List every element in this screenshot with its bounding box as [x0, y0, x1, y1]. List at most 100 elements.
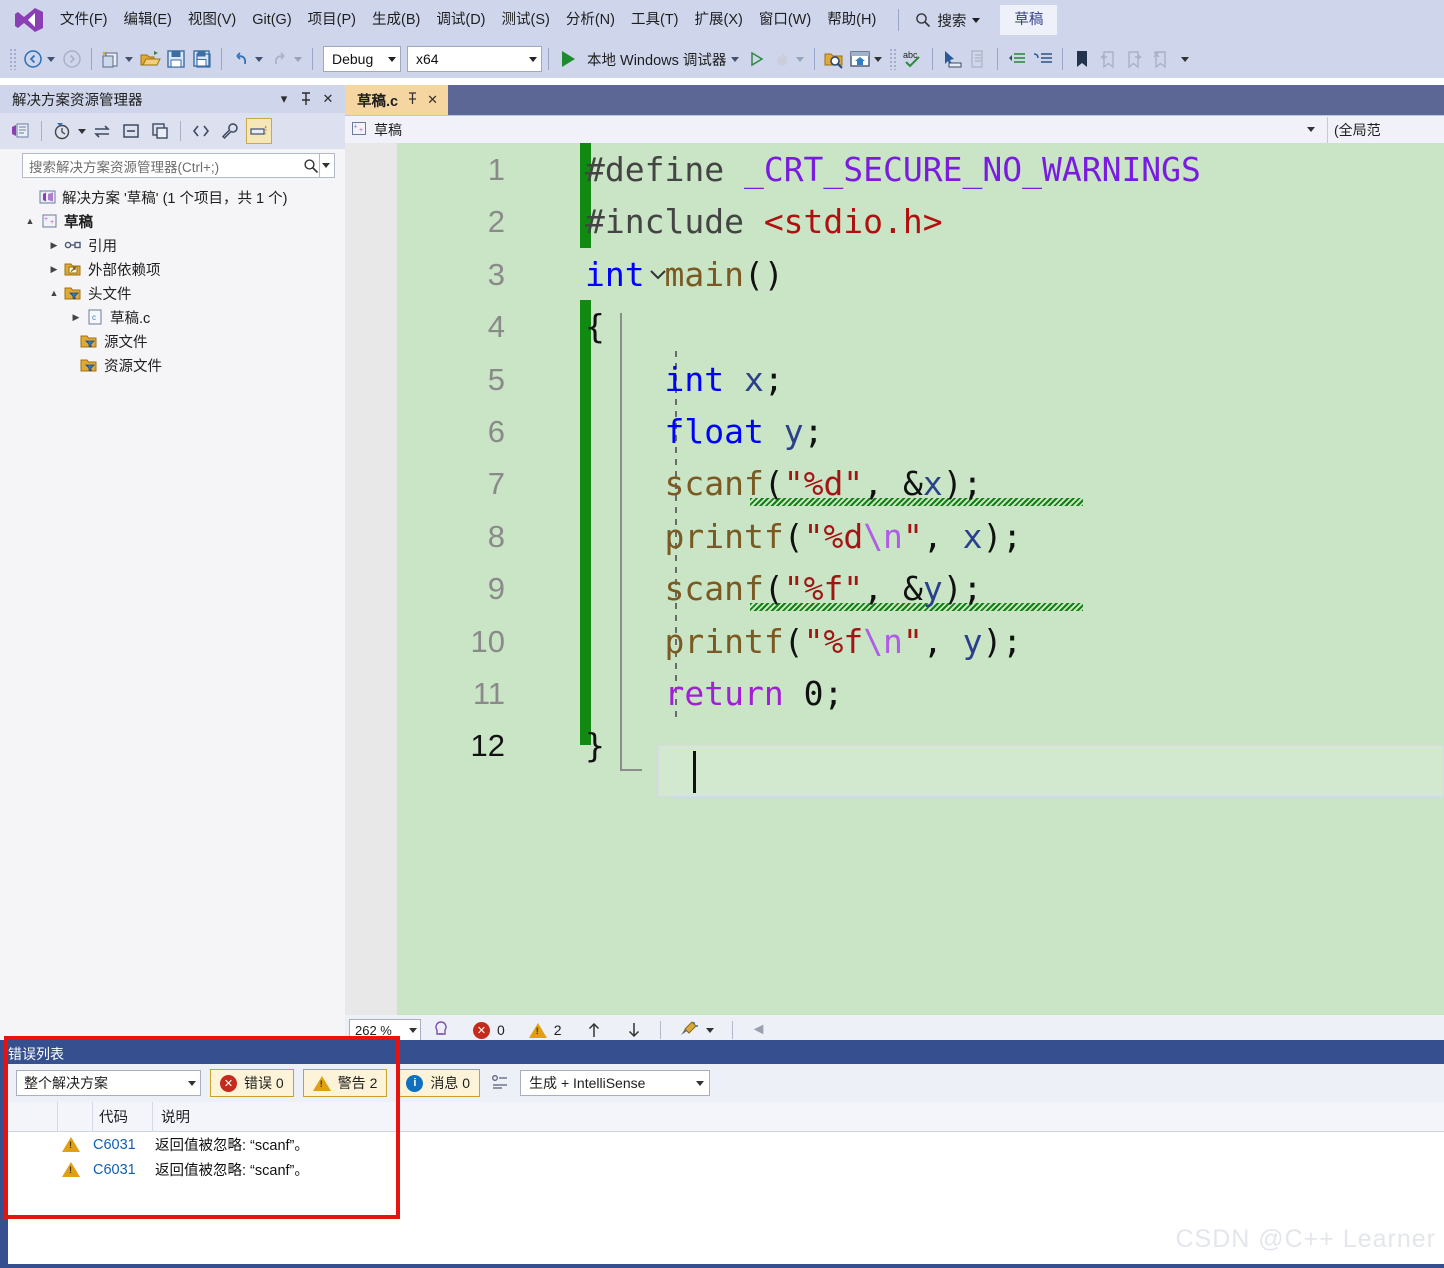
start-without-debugging-button[interactable]: [743, 46, 769, 72]
filter-messages-toggle[interactable]: i 消息 0: [396, 1069, 481, 1097]
code-line[interactable]: 11 return 0;: [345, 668, 1444, 720]
open-file-button[interactable]: [137, 46, 163, 72]
show-all-files-icon[interactable]: [147, 118, 173, 144]
code-line[interactable]: 12}: [345, 720, 1444, 772]
tree-item-resource-files[interactable]: 资源文件: [0, 353, 345, 377]
view-code-icon[interactable]: [188, 118, 214, 144]
pin-icon[interactable]: [407, 92, 418, 108]
panel-menu-icon[interactable]: ▾: [273, 89, 295, 109]
save-button[interactable]: [163, 46, 189, 72]
spellcheck-button[interactable]: abc: [900, 46, 926, 72]
code-line[interactable]: 2 #include <stdio.h>: [345, 196, 1444, 248]
scroll-left-button[interactable]: ◄: [739, 1021, 779, 1039]
code-view-icon[interactable]: [8, 118, 34, 144]
code-canvas[interactable]: 1 #define _CRT_SECURE_NO_WARNINGS 2 #includ…: [345, 143, 1444, 1015]
expander[interactable]: ▶: [68, 312, 84, 323]
toggle-bookmark-button[interactable]: [1069, 46, 1095, 72]
code-line[interactable]: 8 printf("%d\n", x);: [345, 511, 1444, 563]
column-code[interactable]: 代码: [93, 1101, 153, 1132]
redo-button[interactable]: [267, 46, 293, 72]
navigate-backward-button[interactable]: [20, 46, 46, 72]
pending-changes-dropdown-icon[interactable]: [78, 128, 86, 134]
code-cleanup-button[interactable]: [667, 1020, 726, 1040]
menu-analyze[interactable]: 分析(N): [558, 7, 623, 34]
filter-errors-toggle[interactable]: ✕ 错误 0: [210, 1069, 294, 1097]
code-line[interactable]: 1 #define _CRT_SECURE_NO_WARNINGS: [345, 144, 1444, 196]
toolbar-grip[interactable]: [9, 48, 17, 70]
new-project-button[interactable]: [98, 46, 124, 72]
menu-tools[interactable]: 工具(T): [623, 7, 687, 34]
tree-item-project[interactable]: ▲ + + 草稿: [0, 209, 345, 233]
toolbar-overflow-icon[interactable]: [1181, 56, 1190, 62]
intellisense-icon[interactable]: [421, 1019, 461, 1042]
pending-changes-icon[interactable]: [49, 118, 75, 144]
filter-warnings-toggle[interactable]: 警告 2: [302, 1069, 388, 1097]
code-line[interactable]: 7 scanf("%d", &x);: [345, 458, 1444, 510]
sync-with-active-document-icon[interactable]: [89, 118, 115, 144]
code-line[interactable]: 10 printf("%f\n", y);: [345, 616, 1444, 668]
menu-window[interactable]: 窗口(W): [751, 7, 819, 34]
error-code[interactable]: C6031: [93, 1137, 155, 1153]
tree-item-references[interactable]: ▶ 引用: [0, 233, 345, 257]
se-search-dropdown-icon[interactable]: [319, 154, 332, 177]
build-intellisense-select[interactable]: 生成 + IntelliSense: [520, 1070, 711, 1096]
error-list-row[interactable]: C6031返回值被忽略: “scanf”。: [8, 1157, 1444, 1182]
step-into-specific-button[interactable]: [939, 46, 965, 72]
solution-configuration-select[interactable]: Debug: [323, 46, 401, 72]
menu-edit[interactable]: 编辑(E): [116, 7, 180, 34]
tree-item-file-caogao-c[interactable]: ▶ c 草稿.c: [0, 305, 345, 329]
menu-debug[interactable]: 调试(D): [428, 7, 493, 34]
document-tab-caogao-c[interactable]: 草稿.c ✕: [345, 85, 448, 115]
clear-bookmarks-button[interactable]: [1147, 46, 1173, 72]
expander[interactable]: ▶: [46, 240, 62, 251]
close-icon[interactable]: ✕: [317, 89, 339, 109]
indent-button[interactable]: [1030, 46, 1056, 72]
menu-extensions[interactable]: 扩展(X): [687, 7, 751, 34]
previous-issue-button[interactable]: [574, 1021, 614, 1039]
solution-platform-select[interactable]: x64: [407, 46, 542, 72]
column-description[interactable]: 说明: [153, 1102, 1444, 1132]
properties-icon[interactable]: [217, 118, 243, 144]
code-line[interactable]: 6 float y;: [345, 406, 1444, 458]
debug-target-label[interactable]: 本地 Windows 调试器: [581, 49, 730, 70]
save-all-button[interactable]: [189, 46, 215, 72]
undo-button[interactable]: [228, 46, 254, 72]
next-bookmark-button[interactable]: [1121, 46, 1147, 72]
search-solution-button[interactable]: [821, 46, 847, 72]
expander[interactable]: ▲: [22, 216, 38, 226]
menu-help[interactable]: 帮助(H): [819, 7, 884, 34]
editor-error-count[interactable]: ✕ 0: [461, 1021, 517, 1039]
outdent-button[interactable]: [1004, 46, 1030, 72]
toolbar-grip-2[interactable]: [889, 48, 898, 70]
nav-member-select[interactable]: (全局范: [1328, 117, 1444, 143]
nav-scope-select[interactable]: + + 草稿: [345, 116, 1328, 143]
next-issue-button[interactable]: [614, 1021, 654, 1039]
menu-view[interactable]: 视图(V): [180, 7, 244, 34]
code-line[interactable]: 9 scanf("%f", &y);: [345, 563, 1444, 615]
preview-selected-items-icon[interactable]: [246, 118, 272, 144]
menu-git[interactable]: Git(G): [244, 7, 299, 34]
expander[interactable]: ▲: [46, 288, 62, 298]
hot-reload-dropdown-icon[interactable]: [796, 56, 805, 62]
comment-button[interactable]: [965, 46, 991, 72]
collapse-all-icon[interactable]: [118, 118, 144, 144]
code-line[interactable]: 4{: [345, 301, 1444, 353]
error-code[interactable]: C6031: [93, 1162, 155, 1178]
navigate-forward-button[interactable]: [59, 46, 85, 72]
error-scope-select[interactable]: 整个解决方案: [16, 1070, 201, 1096]
tree-item-header-files[interactable]: ▲ 头文件: [0, 281, 345, 305]
debug-target-dropdown-icon[interactable]: [731, 56, 740, 62]
editor-warning-count[interactable]: 2: [517, 1022, 574, 1038]
error-list-row[interactable]: C6031返回值被忽略: “scanf”。: [8, 1132, 1444, 1157]
previous-bookmark-button[interactable]: [1095, 46, 1121, 72]
tree-item-source-files[interactable]: 源文件: [0, 329, 345, 353]
tree-item-external-dependencies[interactable]: ▶ 外部依赖项: [0, 257, 345, 281]
expander[interactable]: ▶: [46, 264, 62, 275]
column-blank[interactable]: [58, 1101, 93, 1132]
undo-dropdown-icon[interactable]: [255, 56, 263, 62]
active-project-chip[interactable]: 草稿: [1000, 4, 1058, 36]
tree-item-solution[interactable]: 解决方案 '草稿' (1 个项目，共 1 个): [0, 185, 345, 209]
menu-file[interactable]: 文件(F): [52, 7, 116, 34]
back-dropdown-icon[interactable]: [47, 56, 55, 62]
solution-window-button[interactable]: [847, 46, 873, 72]
